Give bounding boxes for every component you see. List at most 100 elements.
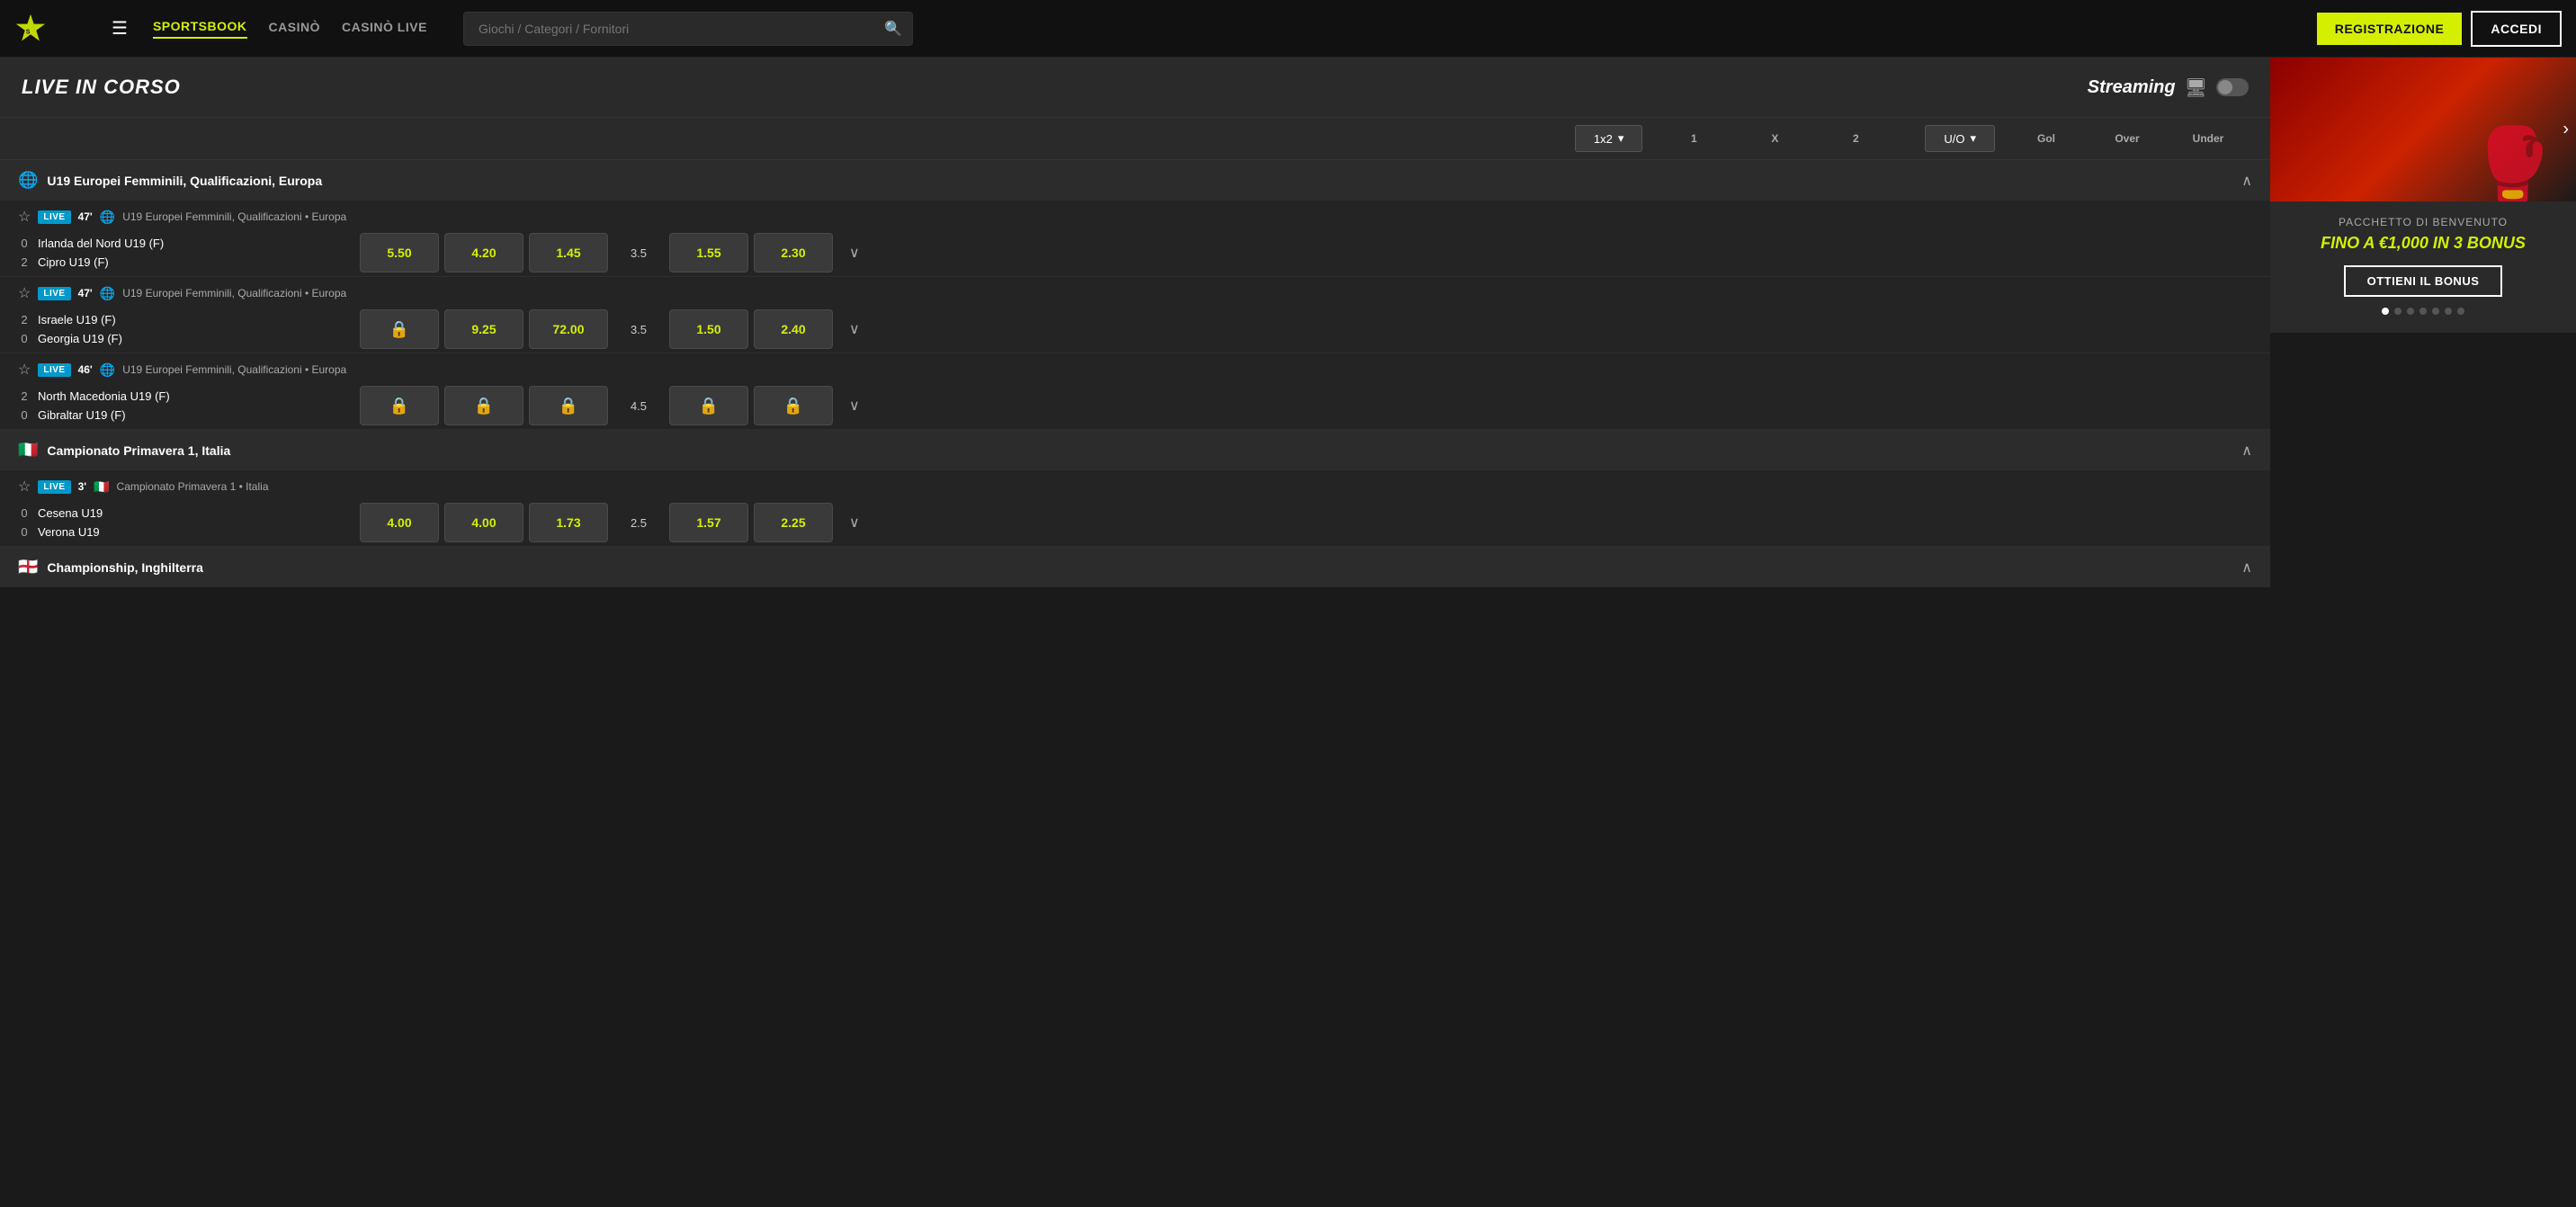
match-meta-m1: ☆ LIVE 47' 🌐 U19 Europei Femminili, Qual… xyxy=(0,201,2270,229)
score-away-m4: 0 xyxy=(18,525,31,539)
favorite-star-m1[interactable]: ☆ xyxy=(18,208,31,226)
match-time-m3: 46' xyxy=(78,363,93,376)
match-league-text-m4: Campionato Primavera 1 • Italia xyxy=(117,480,269,493)
odds-btn-under-m3[interactable]: 🔒 xyxy=(754,386,833,425)
odds-type-1x2[interactable]: 1x2 ▾ xyxy=(1575,125,1643,152)
col-gol: Gol xyxy=(2006,132,2087,145)
expand-btn-m1[interactable]: ∨ xyxy=(842,244,867,262)
odds-btn-1-m2[interactable]: 🔒 xyxy=(360,309,439,349)
league-title-primavera: 🇮🇹 Campionato Primavera 1, Italia xyxy=(18,441,230,460)
score-home-m4: 0 xyxy=(18,506,31,520)
league-name-u19: U19 Europei Femminili, Qualificazioni, E… xyxy=(47,174,322,188)
streaming-toggle[interactable] xyxy=(2216,78,2249,96)
promo-dot-1[interactable] xyxy=(2394,308,2402,315)
promo-dot-6[interactable] xyxy=(2457,308,2464,315)
odds-btn-1-m1[interactable]: 5.50 xyxy=(360,233,439,273)
logo-icon: S xyxy=(14,13,47,45)
expand-btn-m4[interactable]: ∨ xyxy=(842,514,867,532)
promo-dot-5[interactable] xyxy=(2445,308,2452,315)
odds-btn-under-m2[interactable]: 2.40 xyxy=(754,309,833,349)
match-league-flag-m2: 🌐 xyxy=(100,286,115,301)
favorite-star-m2[interactable]: ☆ xyxy=(18,284,31,302)
favorite-star-m3[interactable]: ☆ xyxy=(18,361,31,379)
promo-cta-button[interactable]: OTTIENI IL BONUS xyxy=(2344,265,2503,297)
search-icon: 🔍 xyxy=(884,20,902,38)
logo[interactable]: S xyxy=(14,13,86,45)
odds-btn-2-m3[interactable]: 🔒 xyxy=(529,386,608,425)
live-badge-m4: LIVE xyxy=(38,480,70,494)
team-away-m1: Cipro U19 (F) xyxy=(38,255,109,269)
team-home-m2: Israele U19 (F) xyxy=(38,313,116,326)
nav-casino[interactable]: CASINÒ xyxy=(269,20,320,38)
match-row-m1: ☆ LIVE 47' 🌐 U19 Europei Femminili, Qual… xyxy=(0,201,2270,277)
match-odds-row-m2: 2 Israele U19 (F) 0 Georgia U19 (F) 🔒 9.… xyxy=(0,306,2270,353)
promo-image-area: 🥊 › xyxy=(2270,58,2576,201)
promo-dot-4[interactable] xyxy=(2432,308,2439,315)
streaming-label: Streaming xyxy=(2088,77,2176,98)
collapse-icon-u19: ∧ xyxy=(2241,172,2252,190)
match-meta-m3: ☆ LIVE 46' 🌐 U19 Europei Femminili, Qual… xyxy=(0,353,2270,382)
league-section-primavera[interactable]: 🇮🇹 Campionato Primavera 1, Italia ∧ xyxy=(0,430,2270,470)
promo-subtitle: PACCHETTO DI BENVENUTO xyxy=(2288,216,2558,228)
favorite-star-m4[interactable]: ☆ xyxy=(18,478,31,496)
odds-btn-x-m2[interactable]: 9.25 xyxy=(444,309,523,349)
odds-btn-2-m1[interactable]: 1.45 xyxy=(529,233,608,273)
col-2: 2 xyxy=(1815,132,1896,145)
league-name-primavera: Campionato Primavera 1, Italia xyxy=(47,443,230,458)
expand-btn-m2[interactable]: ∨ xyxy=(842,320,867,338)
team-row-2-m3: 0 Gibraltar U19 (F) xyxy=(18,406,345,425)
team-away-m2: Georgia U19 (F) xyxy=(38,332,122,345)
odds-btn-over-m3[interactable]: 🔒 xyxy=(669,386,748,425)
search-input[interactable] xyxy=(463,12,913,46)
odds-btn-over-m2[interactable]: 1.50 xyxy=(669,309,748,349)
odds-btn-x-m4[interactable]: 4.00 xyxy=(444,503,523,542)
col-x: X xyxy=(1734,132,1815,145)
collapse-icon-primavera: ∧ xyxy=(2241,442,2252,460)
col-1: 1 xyxy=(1653,132,1734,145)
team-row-1-m3: 2 North Macedonia U19 (F) xyxy=(18,387,345,406)
chevron-down-icon: ▾ xyxy=(1618,131,1624,146)
collapse-icon-championship: ∧ xyxy=(2241,559,2252,577)
promo-next-arrow[interactable]: › xyxy=(2563,120,2569,140)
nav-casino-live[interactable]: CASINÒ LIVE xyxy=(342,20,427,38)
live-badge-m3: LIVE xyxy=(38,363,70,377)
odds-btn-1-m3[interactable]: 🔒 xyxy=(360,386,439,425)
teams-col-m4: 0 Cesena U19 0 Verona U19 xyxy=(18,504,360,541)
odds-btn-under-m1[interactable]: 2.30 xyxy=(754,233,833,273)
odds-btn-x-m3[interactable]: 🔒 xyxy=(444,386,523,425)
match-row-m2: ☆ LIVE 47' 🌐 U19 Europei Femminili, Qual… xyxy=(0,277,2270,353)
live-badge-m2: LIVE xyxy=(38,287,70,300)
odds-btn-1-m4[interactable]: 4.00 xyxy=(360,503,439,542)
promo-dots xyxy=(2288,308,2558,315)
odds-area-m4: 4.00 4.00 1.73 2.5 1.57 2.25 ∨ xyxy=(360,503,2252,542)
score-away-m2: 0 xyxy=(18,332,31,345)
match-league-text-m3: U19 Europei Femminili, Qualificazioni • … xyxy=(122,363,346,376)
hamburger-menu[interactable]: ☰ xyxy=(104,13,135,43)
live-badge-m1: LIVE xyxy=(38,210,70,224)
league-name-championship: Championship, Inghilterra xyxy=(47,560,202,575)
league-section-u19-euro[interactable]: 🌐 U19 Europei Femminili, Qualificazioni,… xyxy=(0,160,2270,201)
league-flag-u19: 🌐 xyxy=(18,171,38,190)
league-section-championship[interactable]: 🏴󠁧󠁢󠁥󠁮󠁧󠁿 Championship, Inghilterra ∧ xyxy=(0,547,2270,587)
odds-group-uo: U/O ▾ Gol Over Under xyxy=(1925,125,2249,152)
nav-sportsbook[interactable]: SPORTSBOOK xyxy=(153,19,247,39)
team-away-m4: Verona U19 xyxy=(38,525,100,539)
odds-btn-x-m1[interactable]: 4.20 xyxy=(444,233,523,273)
odds-btn-over-m1[interactable]: 1.55 xyxy=(669,233,748,273)
league-flag-primavera: 🇮🇹 xyxy=(18,441,38,460)
header-actions: REGISTRAZIONE ACCEDI xyxy=(2317,11,2562,47)
register-button[interactable]: REGISTRAZIONE xyxy=(2317,13,2463,45)
odds-area-m2: 🔒 9.25 72.00 3.5 1.50 2.40 ∨ xyxy=(360,309,2252,349)
odds-btn-over-m4[interactable]: 1.57 xyxy=(669,503,748,542)
odds-type-uo[interactable]: U/O ▾ xyxy=(1925,125,1995,152)
login-button[interactable]: ACCEDI xyxy=(2471,11,2562,47)
odds-btn-under-m4[interactable]: 2.25 xyxy=(754,503,833,542)
promo-dot-3[interactable] xyxy=(2419,308,2427,315)
expand-btn-m3[interactable]: ∨ xyxy=(842,397,867,415)
promo-dot-0[interactable] xyxy=(2382,308,2389,315)
odds-btn-2-m2[interactable]: 72.00 xyxy=(529,309,608,349)
promo-dot-2[interactable] xyxy=(2407,308,2414,315)
odds-btn-2-m4[interactable]: 1.73 xyxy=(529,503,608,542)
odds-group-1x2: 1x2 ▾ 1 X 2 xyxy=(1575,125,1897,152)
league-title-championship: 🏴󠁧󠁢󠁥󠁮󠁧󠁿 Championship, Inghilterra xyxy=(18,558,203,577)
